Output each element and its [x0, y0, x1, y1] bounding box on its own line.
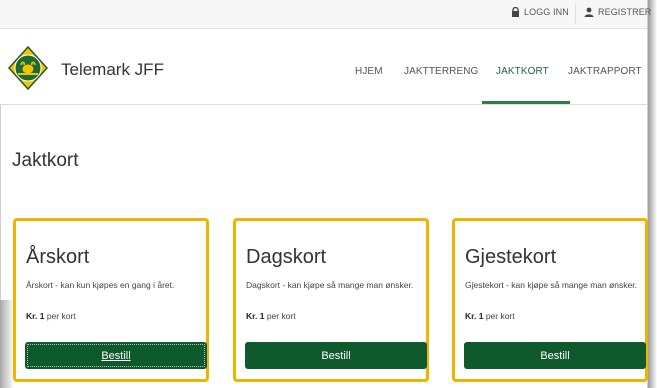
card-arskort: Årskort Årskort - kan kun kjøpes en gang…: [13, 218, 209, 382]
card-dagskort: Dagskort Dagskort - kan kjøpe så mange m…: [233, 218, 429, 382]
main-navbar: Telemark JFF HJEM JAKTTERRENG JAKTKORT J…: [0, 29, 647, 105]
nav-home[interactable]: HJEM: [355, 66, 383, 77]
nav-jaktrapport[interactable]: JAKTRAPPORT: [568, 66, 642, 77]
order-button-dagskort[interactable]: Bestill: [245, 342, 427, 369]
card-title: Årskort: [26, 246, 90, 268]
price-amount: Kr. 1: [246, 311, 265, 321]
card-price: Kr. 1 per kort: [246, 311, 296, 321]
register-link[interactable]: REGISTRER: [584, 7, 651, 17]
topbar-divider: [575, 4, 576, 24]
price-suffix: per kort: [46, 311, 76, 321]
card-price: Kr. 1 per kort: [26, 311, 76, 321]
active-nav-indicator: [482, 101, 570, 104]
card-title: Gjestekort: [465, 246, 557, 268]
card-description: Årskort - kan kun kjøpes en gang i året.: [26, 280, 175, 290]
card-price: Kr. 1 per kort: [465, 311, 515, 321]
order-button-gjestekort[interactable]: Bestill: [464, 342, 646, 369]
order-button-arskort[interactable]: Bestill: [25, 342, 207, 369]
card-description: Dagskort - kan kjøpe så mange man ønsker…: [246, 280, 414, 290]
card-description: Gjestekort - kan kjøpe så mange man ønsk…: [465, 280, 637, 290]
page-title: Jaktkort: [12, 150, 79, 171]
login-link[interactable]: LOGG INN: [511, 7, 569, 17]
lock-icon: [512, 7, 519, 17]
top-bar: LOGG INN REGISTRER: [0, 0, 651, 29]
price-suffix: per kort: [266, 311, 296, 321]
nav-jaktterreng[interactable]: JAKTTERRENG: [404, 66, 478, 77]
nav-jaktkort[interactable]: JAKTKORT: [496, 66, 549, 77]
register-label: REGISTRER: [598, 7, 652, 17]
price-suffix: per kort: [485, 311, 515, 321]
price-amount: Kr. 1: [26, 311, 45, 321]
user-icon: [584, 7, 594, 17]
page-shadow-right: [648, 0, 657, 388]
card-gjestekort: Gjestekort Gjestekort - kan kjøpe så man…: [452, 218, 648, 382]
logo-icon[interactable]: [8, 46, 48, 90]
card-title: Dagskort: [246, 246, 327, 268]
login-label: LOGG INN: [524, 7, 569, 17]
brand-name[interactable]: Telemark JFF: [61, 60, 164, 80]
page-shadow-left: [0, 300, 14, 388]
price-amount: Kr. 1: [465, 311, 484, 321]
